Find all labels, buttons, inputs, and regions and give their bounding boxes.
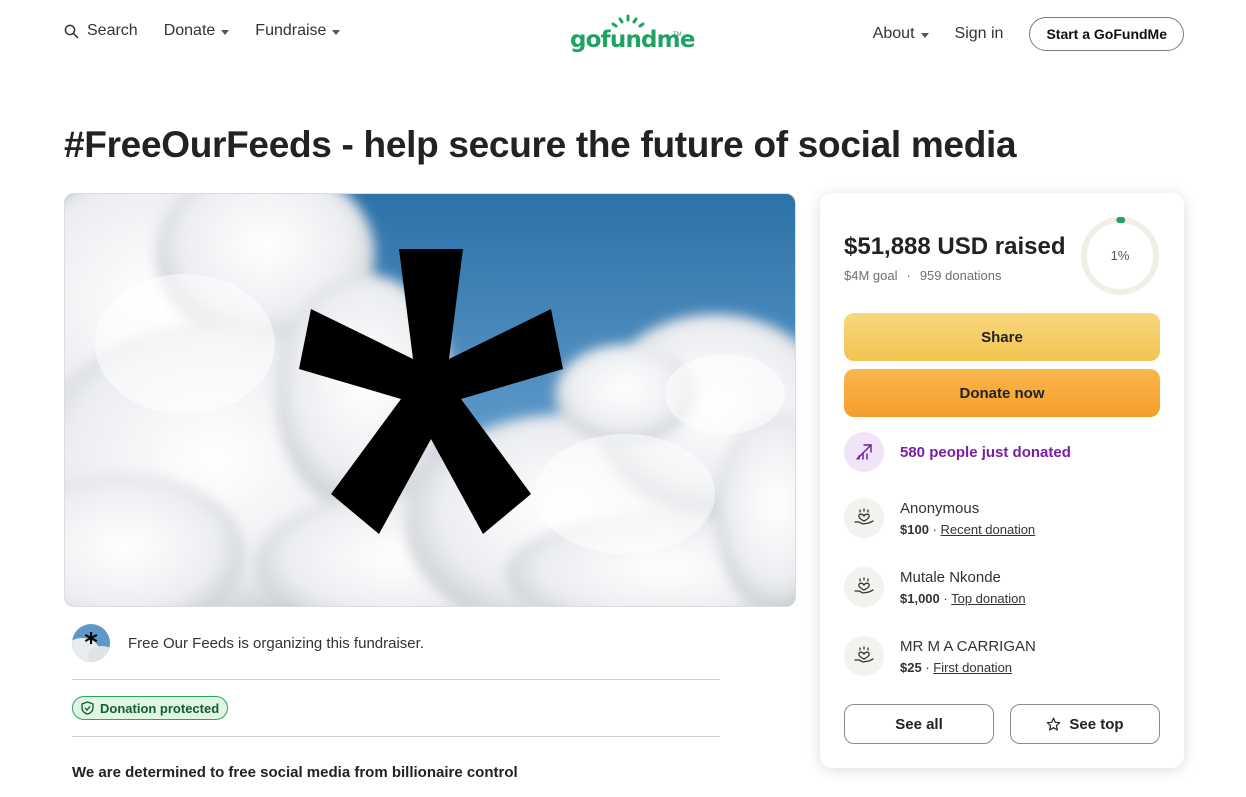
progress-percent: 1% (1110, 248, 1130, 263)
logo-trademark: TM (673, 32, 682, 38)
donor-tag-link[interactable]: First donation (933, 660, 1012, 675)
badge-label: Donation protected (100, 700, 220, 716)
donate-menu[interactable]: Donate (164, 22, 230, 40)
donor-tag-link[interactable]: Top donation (951, 591, 1025, 606)
about-menu-label: About (872, 25, 915, 42)
signin-link[interactable]: Sign in (955, 25, 1004, 43)
search-link[interactable]: Search (64, 22, 138, 40)
heart-hand-icon (844, 636, 884, 676)
organizer-text: Free Our Feeds is organizing this fundra… (128, 634, 424, 652)
heart-hand-icon (844, 498, 884, 538)
goal-line: $4M goal · 959 donations (844, 268, 1002, 283)
story-heading: We are determined to free social media f… (72, 764, 518, 781)
donor-name: Anonymous (900, 500, 980, 517)
donor-meta: $100 · Recent donation (900, 522, 1036, 537)
heart-hand-icon (844, 567, 884, 607)
see-all-button[interactable]: See all (844, 704, 994, 744)
goal-amount: $4M goal (844, 268, 898, 283)
top-nav: Search Donate Fundraise gofundme TM Abou… (0, 0, 1246, 66)
donor-item: Anonymous $100 · Recent donation (844, 498, 1035, 538)
donation-count: 959 donations (919, 268, 1002, 283)
donation-protected-badge[interactable]: Donation protected (72, 696, 229, 720)
donor-tag-link[interactable]: Recent donation (940, 522, 1035, 537)
shield-check-icon (81, 701, 94, 715)
fundraise-menu[interactable]: Fundraise (255, 22, 341, 40)
donor-name: MR M A CARRIGAN (900, 638, 1036, 655)
progress-ring: 1% (1079, 215, 1161, 297)
amount-raised: $51,888 USD raised (844, 233, 1066, 260)
trend-up-icon (844, 432, 884, 472)
search-label: Search (87, 22, 138, 39)
start-gofundme-button[interactable]: Start a GoFundMe (1029, 17, 1184, 51)
divider (72, 736, 720, 737)
donor-name: Mutale Nkonde (900, 569, 1001, 586)
gofundme-logo[interactable]: gofundme TM (570, 14, 695, 54)
avatar[interactable]: * (72, 624, 110, 662)
chevron-down-icon (221, 29, 230, 35)
donor-amount: $100 (900, 522, 929, 537)
page-title: #FreeOurFeeds - help secure the future o… (64, 124, 1017, 165)
logo-text: gofundme (570, 27, 695, 53)
see-top-button[interactable]: See top (1010, 704, 1160, 744)
donate-menu-label: Donate (163, 22, 216, 39)
about-menu[interactable]: About (873, 25, 929, 43)
donor-meta: $25 · First donation (900, 660, 1013, 675)
nav-right: About Sign in Start a GoFundMe (847, 17, 1184, 51)
see-all-label: See all (895, 715, 943, 733)
chevron-down-icon (920, 32, 929, 38)
donor-meta: $1,000 · Top donation (900, 591, 1026, 606)
recent-donations-label: 580 people just donated (900, 443, 1071, 461)
recent-donations-row[interactable]: 580 people just donated (844, 432, 1071, 472)
donate-now-button[interactable]: Donate now (844, 369, 1160, 417)
donor-item: Mutale Nkonde $1,000 · Top donation (844, 567, 1026, 607)
share-button[interactable]: Share (844, 313, 1160, 361)
search-icon (64, 24, 79, 38)
hero-image (64, 193, 796, 607)
donation-card: $51,888 USD raised $4M goal · 959 donati… (820, 193, 1184, 768)
signin-label: Sign in (954, 25, 1004, 42)
separator-dot: · (906, 268, 911, 283)
divider (72, 679, 720, 680)
nav-left: Search Donate Fundraise (64, 22, 366, 40)
donor-amount: $1,000 (900, 591, 940, 606)
donor-item: MR M A CARRIGAN $25 · First donation (844, 636, 1036, 676)
chevron-down-icon (332, 29, 341, 35)
donor-amount: $25 (900, 660, 922, 675)
svg-text:*: * (84, 628, 98, 658)
organizer-row[interactable]: * Free Our Feeds is organizing this fund… (72, 624, 424, 662)
see-top-label: See top (1069, 715, 1124, 733)
fundraise-menu-label: Fundraise (255, 22, 327, 39)
star-icon (1047, 717, 1061, 731)
